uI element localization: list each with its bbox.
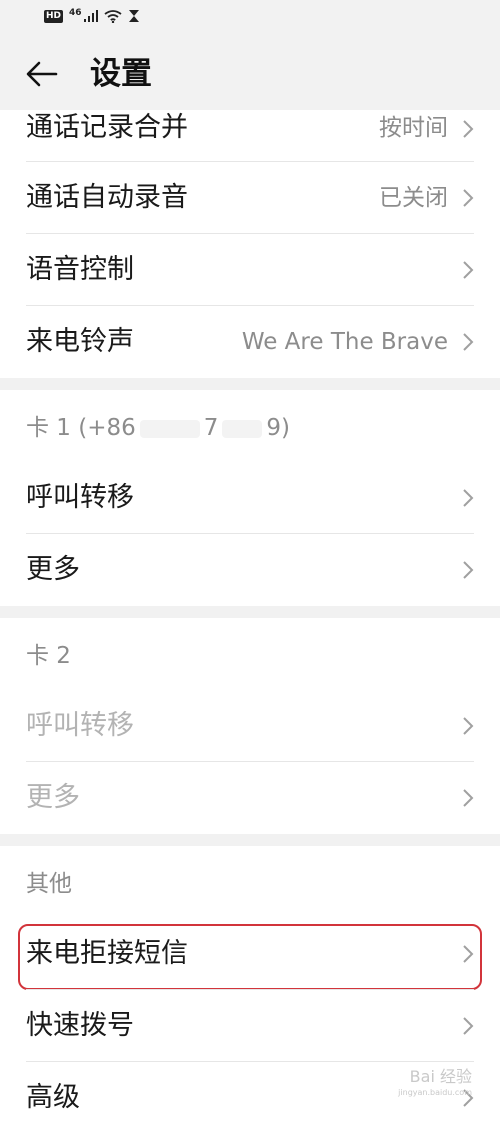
auto-record-row[interactable]: 通话自动录音 已关闭: [0, 162, 500, 234]
card2-call-forwarding-row[interactable]: 呼叫转移: [0, 690, 500, 762]
network-type: 46: [69, 8, 82, 18]
row-label: 快速拨号: [26, 1010, 134, 1041]
back-button[interactable]: [22, 54, 62, 94]
row-value: 已关闭: [379, 185, 448, 211]
section-title: 其他: [26, 871, 72, 897]
section-gap: [0, 606, 500, 618]
hourglass-icon: [128, 10, 139, 22]
hd-badge: HD: [44, 9, 64, 23]
card1-more-row[interactable]: 更多: [0, 534, 500, 606]
section-title: 卡 1 (+86 7 9): [26, 408, 290, 442]
card1-header: 卡 1 (+86 7 9): [0, 390, 500, 462]
call-log-merge-row[interactable]: 通话记录合并 按时间: [0, 110, 500, 162]
chevron-right-icon: [463, 717, 474, 735]
baidu-watermark: Bai 经验 jingyan.baidu.com: [398, 1069, 472, 1101]
chevron-right-icon: [463, 189, 474, 207]
back-arrow-icon: [26, 61, 58, 87]
title-bar: 设置: [0, 36, 500, 110]
row-label: 更多: [26, 554, 80, 585]
chevron-right-icon: [463, 261, 474, 279]
redacted-block: [222, 419, 263, 438]
page-title: 设置: [90, 56, 152, 92]
row-label: 通话自动录音: [26, 182, 188, 213]
section-gap: [0, 834, 500, 846]
card2-header: 卡 2: [0, 618, 500, 690]
row-label: 更多: [26, 782, 80, 813]
row-value: We Are The Brave: [241, 329, 448, 355]
row-label: 来电拒接短信: [26, 938, 188, 969]
row-label: 呼叫转移: [26, 482, 134, 513]
status-icons: HD 46: [44, 8, 140, 23]
chevron-right-icon: [463, 561, 474, 579]
wifi-icon: [104, 9, 122, 23]
card1-suffix: 9): [266, 415, 291, 441]
chevron-right-icon: [463, 489, 474, 507]
signal-icon: [83, 10, 98, 22]
card1-mid: 7: [203, 415, 219, 441]
reject-sms-row[interactable]: 来电拒接短信: [0, 918, 500, 990]
section-title: 卡 2: [26, 643, 71, 669]
row-label: 通话记录合并: [26, 112, 188, 143]
voice-control-row[interactable]: 语音控制: [0, 234, 500, 306]
other-header: 其他: [0, 846, 500, 918]
chevron-right-icon: [463, 333, 474, 351]
card2-more-row[interactable]: 更多: [0, 762, 500, 834]
chevron-right-icon: [463, 945, 474, 963]
speed-dial-row[interactable]: 快速拨号: [0, 990, 500, 1062]
row-label: 来电铃声: [26, 326, 134, 357]
row-label: 呼叫转移: [26, 710, 134, 741]
watermark-line1: Bai 经验: [409, 1067, 472, 1086]
redacted-block: [139, 419, 200, 438]
chevron-right-icon: [463, 789, 474, 807]
chevron-right-icon: [463, 120, 474, 138]
ringtone-row[interactable]: 来电铃声 We Are The Brave: [0, 306, 500, 378]
row-value: 按时间: [379, 115, 448, 141]
card1-call-forwarding-row[interactable]: 呼叫转移: [0, 462, 500, 534]
settings-list: 通话记录合并 按时间 通话自动录音 已关闭 语音控制 来电铃声 We Are T…: [0, 110, 500, 1134]
status-bar: HD 46: [0, 0, 500, 36]
row-label: 语音控制: [26, 254, 134, 285]
card1-prefix: 卡 1 (+86: [26, 415, 136, 441]
watermark-line2: jingyan.baidu.com: [398, 1088, 472, 1097]
section-gap: [0, 378, 500, 390]
chevron-right-icon: [463, 1017, 474, 1035]
row-label: 高级: [26, 1082, 80, 1113]
